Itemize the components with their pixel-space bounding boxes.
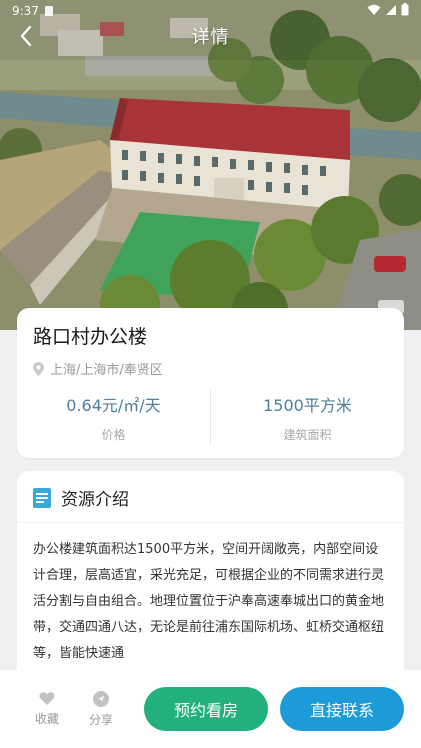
favorite-button[interactable]: 收藏: [30, 691, 64, 727]
contact-button[interactable]: 直接联系: [280, 687, 404, 731]
price-stat: 0.64元/㎡/天 价格: [17, 386, 210, 448]
back-button[interactable]: [12, 22, 40, 50]
book-viewing-button[interactable]: 预约看房: [144, 687, 268, 731]
price-label: 价格: [101, 427, 126, 442]
heart-icon: [39, 692, 55, 705]
page-title: 详情: [191, 27, 230, 48]
intro-title: 资源介绍: [61, 490, 129, 510]
share-button[interactable]: 分享: [84, 690, 118, 728]
resource-intro-card: 资源介绍 办公楼建筑面积达1500平方米，空间开阔敞亮，内部空间设计合理，层高适…: [17, 471, 404, 701]
bottom-action-bar: 收藏 分享 预约看房 直接联系: [0, 670, 421, 748]
property-location: 上海/上海市/奉贤区: [33, 359, 388, 378]
status-time: 9:37: [12, 4, 39, 18]
location-pin-icon: [33, 361, 44, 376]
favorite-label: 收藏: [34, 712, 59, 726]
battery-icon: [401, 3, 409, 19]
area-stat: 1500平方米 建筑面积: [211, 386, 404, 448]
share-icon: [93, 690, 109, 707]
property-info-card: 路口村办公楼 上海/上海市/奉贤区 0.64元/㎡/天 价格 1500平方米 建…: [17, 308, 404, 458]
location-text: 上海/上海市/奉贤区: [50, 363, 163, 378]
property-stats: 0.64元/㎡/天 价格 1500平方米 建筑面积: [17, 386, 404, 448]
area-label: 建筑面积: [283, 427, 332, 442]
document-icon: [33, 487, 51, 508]
price-value: 0.64元/㎡/天: [66, 395, 161, 415]
notification-icon: [44, 6, 53, 16]
share-label: 分享: [88, 712, 113, 727]
wifi-icon: [367, 4, 381, 19]
intro-description: 办公楼建筑面积达1500平方米，空间开阔敞亮，内部空间设计合理，层高适宜，采光充…: [33, 542, 385, 661]
property-name: 路口村办公楼: [33, 326, 148, 348]
top-nav-bar: 详情: [0, 18, 421, 54]
signal-icon: [385, 4, 397, 19]
area-value: 1500平方米: [263, 395, 352, 415]
intro-header: 资源介绍: [17, 471, 404, 523]
chevron-left-icon: [20, 25, 32, 47]
